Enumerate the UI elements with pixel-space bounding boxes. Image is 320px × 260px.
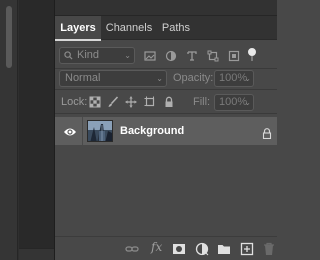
add-mask-icon[interactable]: [172, 242, 186, 256]
lock-artboard-icon[interactable]: [144, 95, 156, 107]
opacity-field[interactable]: 100% ⌄: [214, 70, 254, 87]
pixel-filter-icon[interactable]: [144, 50, 156, 62]
opacity-label: Opacity:: [173, 72, 214, 84]
fill-label: Fill:: [193, 96, 211, 108]
delete-layer-icon[interactable]: [262, 242, 276, 256]
lock-icon: [262, 126, 272, 140]
divider: [55, 89, 277, 90]
chevron-down-icon: ⌄: [124, 51, 131, 60]
lock-label: Lock:: [61, 96, 88, 108]
document-canvas[interactable]: [19, 0, 54, 260]
filter-row: Kind ⌄: [55, 44, 277, 68]
layer-style-icon[interactable]: fx: [151, 240, 162, 254]
panel-tabbar: Layers Channels Paths: [55, 16, 277, 41]
adjustment-filter-icon[interactable]: [165, 50, 177, 62]
new-group-icon[interactable]: [217, 242, 231, 256]
blend-mode-value: Normal: [65, 72, 101, 84]
canvas-strip: [0, 0, 54, 260]
chevron-down-icon: ⌄: [244, 98, 251, 107]
lock-image-icon[interactable]: [107, 95, 119, 107]
layer-name[interactable]: Background: [120, 125, 184, 137]
blend-mode-select[interactable]: Normal ⌄: [59, 70, 167, 87]
new-layer-icon[interactable]: [240, 242, 254, 256]
chevron-down-icon: ⌄: [156, 74, 163, 83]
smart-object-filter-icon[interactable]: [228, 50, 240, 62]
filter-toggle-icon[interactable]: [246, 46, 258, 61]
divider: [55, 113, 277, 114]
search-icon: [64, 51, 73, 60]
lock-position-icon[interactable]: [125, 95, 137, 108]
lock-all-icon[interactable]: [163, 95, 175, 107]
panel-header-strip: [55, 0, 277, 16]
layer-row-background[interactable]: Background: [55, 117, 277, 145]
tab-layers[interactable]: Layers: [55, 16, 101, 41]
divider: [82, 117, 83, 145]
layer-thumbnail[interactable]: [87, 120, 113, 142]
link-layers-icon[interactable]: [125, 242, 139, 256]
horizontal-scrollbar[interactable]: [19, 248, 54, 260]
blend-row: Normal ⌄ Opacity: 100% ⌄: [55, 68, 277, 88]
layers-panel: Layers Channels Paths Kind ⌄ Normal ⌄ Op…: [54, 0, 277, 260]
shape-filter-icon[interactable]: [207, 50, 219, 62]
vertical-scrollbar[interactable]: [0, 0, 18, 260]
opacity-value: 100%: [219, 72, 248, 84]
lock-row: Lock: Fill: 100% ⌄: [55, 92, 277, 112]
eye-icon[interactable]: [63, 125, 77, 137]
fill-field[interactable]: 100% ⌄: [214, 94, 254, 111]
kind-filter-select[interactable]: Kind ⌄: [59, 47, 135, 64]
tab-channels[interactable]: Channels: [101, 16, 157, 40]
type-filter-icon[interactable]: [186, 50, 198, 62]
bottom-toolbar: fx: [55, 236, 277, 260]
fill-value: 100%: [219, 96, 248, 108]
kind-filter-label: Kind: [77, 49, 100, 61]
lock-transparent-icon[interactable]: [89, 95, 101, 108]
scrollbar-thumb[interactable]: [6, 6, 12, 68]
adjustment-layer-icon[interactable]: [195, 242, 209, 256]
tab-paths[interactable]: Paths: [157, 16, 195, 40]
chevron-down-icon: ⌄: [244, 74, 251, 83]
